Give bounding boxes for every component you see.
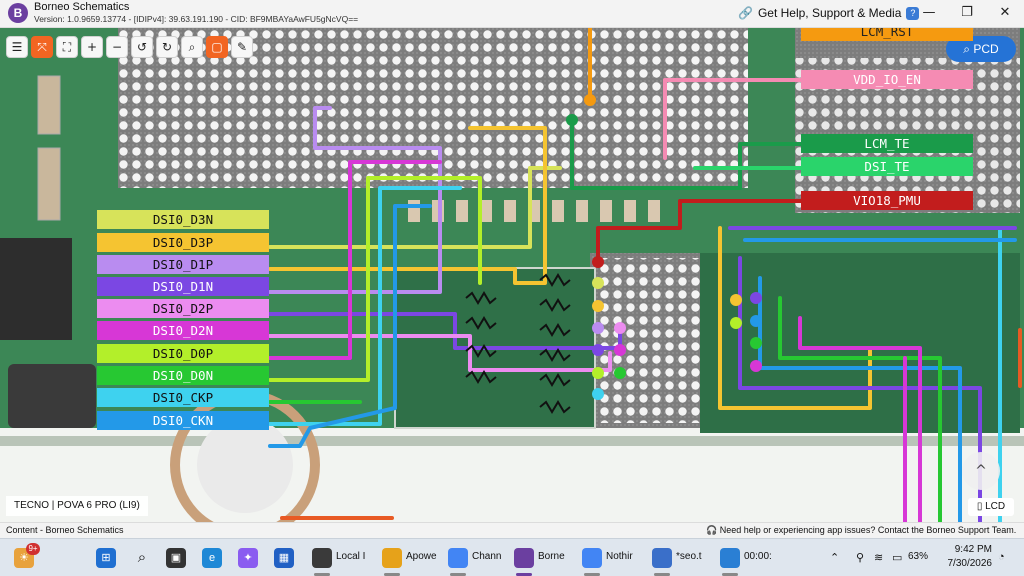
net-label-dsi0-d3n[interactable]: DSI0_D3N bbox=[97, 210, 269, 229]
status-bar: Content - Borneo Schematics 🎧 Need help … bbox=[0, 522, 1024, 538]
net-label-dsi0-d1n[interactable]: DSI0_D1N bbox=[97, 277, 269, 296]
taskbar-app-icon[interactable] bbox=[448, 548, 468, 568]
net-label-lcm-te[interactable]: LCM_TE bbox=[801, 134, 973, 153]
search-icon[interactable]: ⌕ bbox=[132, 548, 152, 568]
search-icon[interactable]: ⌕ bbox=[181, 36, 203, 58]
view-toolbar: ☰ ⤧ ⛶ + − ↺ ↻ ⌕ ▢ ✎ bbox=[6, 36, 253, 58]
help-link-label: Get Help, Support & Media bbox=[757, 6, 902, 20]
battery-icon[interactable]: ▭ bbox=[892, 551, 902, 564]
pcd-button-label: PCD bbox=[973, 42, 999, 56]
support-message-text: Need help or experiencing app issues? Co… bbox=[719, 525, 1017, 535]
net-label-vio18-pmu[interactable]: VIO18_PMU bbox=[801, 191, 973, 210]
minimize-button[interactable]: — bbox=[910, 0, 948, 26]
clock[interactable]: 9:42 PM 7/30/2026 bbox=[922, 543, 993, 571]
scroll-up-button[interactable]: ^ bbox=[962, 452, 1000, 490]
clock-date: 7/30/2026 bbox=[947, 558, 993, 569]
taskbar-app-icon[interactable] bbox=[582, 548, 602, 568]
window-title: Borneo Schematics bbox=[34, 1, 130, 13]
taskbar-app-label[interactable]: Borne bbox=[538, 551, 565, 562]
rotate-left-icon[interactable]: ↺ bbox=[131, 36, 153, 58]
board-viewer[interactable]: ☰ ⤧ ⛶ + − ↺ ↻ ⌕ ▢ ✎ ⌕ PCD TECNO | POVA 6… bbox=[0, 28, 1024, 522]
net-label-dsi-te[interactable]: DSI_TE bbox=[801, 157, 973, 176]
taskbar-app-label[interactable]: Chann bbox=[472, 551, 501, 562]
fullscreen-icon[interactable]: ⛶ bbox=[56, 36, 78, 58]
taskbar-app-icon[interactable] bbox=[652, 548, 672, 568]
start-icon[interactable]: ⊞ bbox=[96, 548, 116, 568]
notification-icon[interactable]: ◔ bbox=[998, 551, 1005, 563]
task-view-icon[interactable]: ▣ bbox=[166, 548, 186, 568]
net-label-dsi0-ckn[interactable]: DSI0_CKN bbox=[97, 411, 269, 430]
horizontal-scrollbar[interactable] bbox=[280, 516, 394, 520]
weather-badge: 9+ bbox=[26, 543, 40, 555]
copilot-icon[interactable]: ✦ bbox=[238, 548, 258, 568]
edge-icon[interactable]: e bbox=[202, 548, 222, 568]
board-name: TECNO | POVA 6 PRO (LI9) bbox=[6, 496, 148, 516]
net-label-dsi0-d1p[interactable]: DSI0_D1P bbox=[97, 255, 269, 274]
vertical-scrollbar[interactable] bbox=[1018, 328, 1022, 388]
zoom-out-icon[interactable]: − bbox=[106, 36, 128, 58]
status-left-text: Content - Borneo Schematics bbox=[6, 525, 124, 535]
net-label-dsi0-ckp[interactable]: DSI0_CKP bbox=[97, 388, 269, 407]
taskbar-app-icon[interactable] bbox=[514, 548, 534, 568]
rotate-right-icon[interactable]: ↻ bbox=[156, 36, 178, 58]
net-label-dsi0-d3p[interactable]: DSI0_D3P bbox=[97, 233, 269, 252]
mouse-mode-icon[interactable]: ▢ bbox=[206, 36, 228, 58]
taskbar-app-label[interactable]: Local I bbox=[336, 551, 365, 562]
search-icon: ⌕ bbox=[963, 42, 971, 56]
list-icon[interactable]: ☰ bbox=[6, 36, 28, 58]
close-button[interactable]: ✕ bbox=[986, 0, 1024, 26]
taskbar-app-label[interactable]: Nothir bbox=[606, 551, 633, 562]
net-label-dsi0-d0n[interactable]: DSI0_D0N bbox=[97, 366, 269, 385]
help-link[interactable]: 🔗 Get Help, Support & Media ? bbox=[738, 6, 920, 20]
net-label-vdd-io-en[interactable]: VDD_IO_EN bbox=[801, 70, 973, 89]
zoom-in-icon[interactable]: + bbox=[81, 36, 103, 58]
highlight-icon[interactable]: ✎ bbox=[231, 36, 253, 58]
taskbar-app-label[interactable]: Apowe bbox=[406, 551, 437, 562]
pcb-canvas[interactable] bbox=[0, 28, 1024, 522]
wifi-icon[interactable]: ≋ bbox=[874, 551, 883, 564]
store-icon[interactable]: ▦ bbox=[274, 548, 294, 568]
tray-chevron-icon[interactable]: ⌃ bbox=[830, 551, 839, 564]
link-icon: 🔗 bbox=[738, 6, 753, 20]
network-icon[interactable]: ⚲ bbox=[856, 551, 864, 564]
net-label-dsi0-d0p[interactable]: DSI0_D0P bbox=[97, 344, 269, 363]
taskbar: ☀ 9+ ⊞ ⌕ ▣ e ✦ ▦ ⌃ ⚲ ≋ ▭ 63% 9:42 PM 7/3… bbox=[0, 538, 1024, 576]
lcd-tag[interactable]: ▯ LCD bbox=[968, 498, 1014, 516]
clock-time: 9:42 PM bbox=[954, 544, 992, 555]
fit-view-icon[interactable]: ⤧ bbox=[31, 36, 53, 58]
version-line: Version: 1.0.9659.13774 - [IDIPv4]: 39.6… bbox=[34, 14, 359, 24]
support-message[interactable]: 🎧 Need help or experiencing app issues? … bbox=[706, 525, 1016, 536]
maximize-button[interactable]: ❐ bbox=[948, 0, 986, 26]
taskbar-app-icon[interactable] bbox=[312, 548, 332, 568]
borneo-logo-icon: B bbox=[8, 3, 28, 23]
taskbar-app-icon[interactable] bbox=[382, 548, 402, 568]
inductor bbox=[0, 238, 72, 340]
taskbar-app-label[interactable]: *seo.t bbox=[676, 551, 702, 562]
net-label-lcm-rst[interactable]: LCM_RST bbox=[801, 28, 973, 41]
taskbar-app-label[interactable]: 00:00: bbox=[744, 551, 772, 562]
lcd-tag-label: LCD bbox=[985, 501, 1006, 512]
net-label-dsi0-d2n[interactable]: DSI0_D2N bbox=[97, 321, 269, 340]
taskbar-app-icon[interactable] bbox=[720, 548, 740, 568]
capacitor-block bbox=[8, 364, 96, 428]
title-bar: B Borneo Schematics Version: 1.0.9659.13… bbox=[0, 0, 1024, 28]
net-label-dsi0-d2p[interactable]: DSI0_D2P bbox=[97, 299, 269, 318]
